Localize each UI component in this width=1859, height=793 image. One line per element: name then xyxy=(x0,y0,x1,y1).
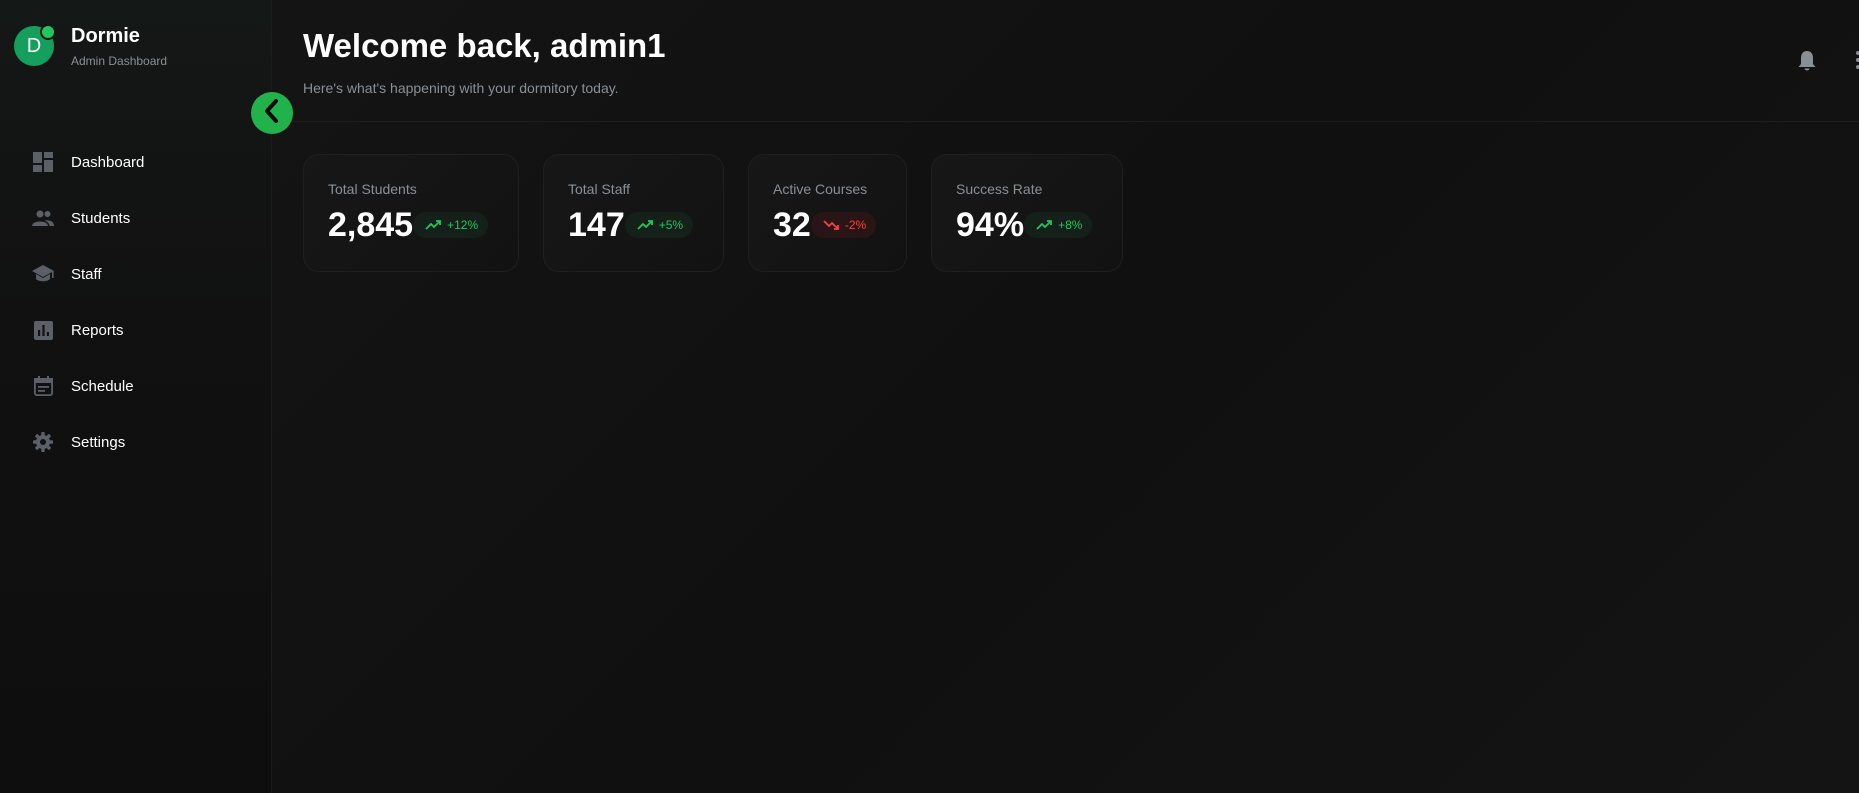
graduation-cap-icon xyxy=(32,263,54,285)
sidebar-item-label: Schedule xyxy=(71,377,134,395)
trend-badge: +12% xyxy=(413,212,489,238)
trending-up-icon xyxy=(1036,220,1052,230)
trend-value: +8% xyxy=(1058,218,1083,232)
page-header: Welcome back, admin1 Here's what's happe… xyxy=(272,0,1859,122)
brand-name: Dormie xyxy=(71,25,140,47)
stat-value: 94% xyxy=(956,206,1025,244)
brand: D Dormie Admin Dashboard xyxy=(14,24,167,68)
trending-up-icon xyxy=(425,220,441,230)
sidebar-item-settings[interactable]: Settings xyxy=(0,414,271,470)
sidebar-item-reports[interactable]: Reports xyxy=(0,302,271,358)
stat-value: 2,845 xyxy=(328,206,414,244)
sidebar-item-dashboard[interactable]: Dashboard xyxy=(0,134,271,190)
chevron-left-icon xyxy=(262,98,282,128)
gear-icon xyxy=(32,431,54,453)
kebab-menu-icon[interactable] xyxy=(1853,50,1859,72)
collapse-sidebar-button[interactable] xyxy=(251,92,293,134)
stat-label: Success Rate xyxy=(956,181,1043,197)
brand-avatar[interactable]: D xyxy=(14,24,56,66)
sidebar-item-label: Staff xyxy=(71,265,102,283)
stat-card-total-students[interactable]: Total Students 2,845 +12% xyxy=(303,154,519,272)
trend-value: -2% xyxy=(844,218,867,232)
stat-label: Total Staff xyxy=(568,181,631,197)
trending-up-icon xyxy=(637,220,653,230)
trending-down-icon xyxy=(823,220,839,230)
stat-card-success-rate[interactable]: Success Rate 94% +8% xyxy=(931,154,1123,272)
stat-label: Total Students xyxy=(328,181,417,197)
trend-badge: +5% xyxy=(624,212,694,238)
dashboard-icon xyxy=(32,151,54,173)
stat-card-active-courses[interactable]: Active Courses 32 -2% xyxy=(748,154,907,272)
stat-value: 147 xyxy=(568,206,625,244)
bell-icon[interactable] xyxy=(1797,50,1819,72)
stat-value: 32 xyxy=(773,206,811,244)
trend-value: +5% xyxy=(658,218,684,232)
sidebar-item-label: Dashboard xyxy=(71,153,145,171)
brand-subtitle: Admin Dashboard xyxy=(71,54,168,68)
trend-badge: +8% xyxy=(1024,212,1093,238)
sidebar-nav: Dashboard Students Staff Reports Schedul… xyxy=(0,134,271,470)
sidebar-item-staff[interactable]: Staff xyxy=(0,246,271,302)
brand-initial: D xyxy=(26,34,42,57)
trend-value: +12% xyxy=(447,218,479,232)
bar-chart-icon xyxy=(32,319,54,341)
calendar-icon xyxy=(32,375,54,397)
brand-text: Dormie Admin Dashboard xyxy=(71,24,167,68)
sidebar-item-schedule[interactable]: Schedule xyxy=(0,358,271,414)
sidebar-item-label: Settings xyxy=(71,433,126,451)
sidebar: D Dormie Admin Dashboard Dashboard Stude… xyxy=(0,0,272,793)
stat-label: Active Courses xyxy=(773,181,868,197)
app-root: D Dormie Admin Dashboard Dashboard Stude… xyxy=(0,0,1859,793)
stat-card-total-staff[interactable]: Total Staff 147 +5% xyxy=(543,154,724,272)
trend-badge: -2% xyxy=(810,212,877,238)
sidebar-item-students[interactable]: Students xyxy=(0,190,271,246)
page-title: Welcome back, admin1 xyxy=(303,27,666,64)
sidebar-item-label: Reports xyxy=(71,321,124,339)
sidebar-item-label: Students xyxy=(71,209,131,227)
stats-cards: Total Students 2,845 +12% Total Staff 14… xyxy=(303,154,1147,272)
people-icon xyxy=(32,207,54,229)
online-status-dot xyxy=(40,24,56,40)
page-subtitle: Here's what's happening with your dormit… xyxy=(303,80,619,96)
